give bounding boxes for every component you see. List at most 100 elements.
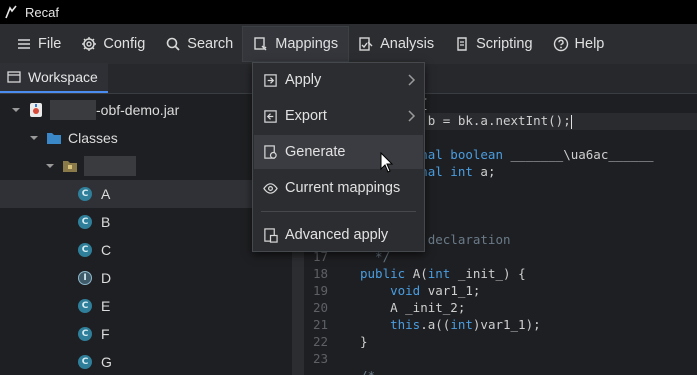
menu-bar: File Config Search Mappings Analysis Scr… <box>0 24 697 64</box>
menu-item-current-mappings[interactable]: Current mappings <box>254 171 423 205</box>
code-line[interactable]: 21 this.a((int)var1_1); <box>304 317 697 334</box>
class-name: G <box>101 354 112 370</box>
workspace-tab-strip: Workspace <box>0 63 292 94</box>
script-icon <box>457 37 467 51</box>
code-text: void var1_1; <box>390 283 481 298</box>
menu-mappings-label: Mappings <box>275 36 339 52</box>
chevron-down-icon[interactable] <box>28 132 40 144</box>
class-name: C <box>101 242 112 258</box>
chevron-right-icon <box>408 74 416 86</box>
export-icon <box>264 109 277 123</box>
line-number: 18 <box>312 266 328 281</box>
code-text: A _init_2; <box>360 300 466 315</box>
line-number: 22 <box>312 334 328 349</box>
menu-scripting-label: Scripting <box>476 36 533 52</box>
tree-class-a[interactable]: C A <box>0 180 292 208</box>
class-name: B <box>101 214 111 230</box>
class-name: F <box>101 326 110 342</box>
menu-analysis[interactable]: Analysis <box>348 27 444 61</box>
menu-mappings[interactable]: Mappings <box>242 26 350 62</box>
code-line[interactable]: 23 <box>304 351 697 368</box>
workspace-panel: Workspace -obf-demo.jar Classes C A C B … <box>0 63 292 375</box>
code-text: public A(int _init_) { <box>360 266 526 281</box>
class-name: A <box>101 186 111 202</box>
class-icon: C <box>78 187 92 201</box>
menu-item-current-label: Current mappings <box>285 180 401 196</box>
line-number: 23 <box>312 351 328 366</box>
chevron-down-icon[interactable] <box>44 160 56 172</box>
eye-icon <box>263 182 278 194</box>
menu-item-export-label: Export <box>285 108 327 124</box>
code-line[interactable]: 19 void var1_1; <box>304 283 697 300</box>
menu-analysis-label: Analysis <box>380 36 435 52</box>
menu-help-label: Help <box>574 36 605 52</box>
tree-class-e[interactable]: C E <box>0 292 292 320</box>
tree-class-g[interactable]: C G <box>0 348 292 375</box>
analysis-icon <box>359 37 373 51</box>
class-icon: C <box>78 327 92 341</box>
menu-scripting[interactable]: Scripting <box>444 27 542 61</box>
menu-config[interactable]: Config <box>71 27 155 61</box>
menu-item-generate[interactable]: Generate <box>254 135 423 169</box>
class-icon: C <box>78 299 92 313</box>
code-line[interactable]: 18 public A(int _init_) { <box>304 266 697 283</box>
code-line[interactable]: 22} <box>304 334 697 351</box>
search-icon <box>166 37 180 51</box>
redacted-jar-name <box>50 100 96 120</box>
tree-jar[interactable]: -obf-demo.jar <box>0 96 292 124</box>
redacted-package-name <box>84 156 136 176</box>
menu-item-apply-label: Apply <box>285 72 322 88</box>
class-name: D <box>101 270 112 286</box>
menu-config-label: Config <box>103 36 146 52</box>
line-number: 21 <box>312 317 328 332</box>
menu-item-advanced-label: Advanced apply <box>285 227 389 243</box>
class-icon: C <box>78 243 92 257</box>
help-icon <box>553 36 568 52</box>
interface-icon: I <box>78 271 92 285</box>
chevron-down-icon[interactable] <box>10 104 22 116</box>
menu-file-label: File <box>38 36 62 52</box>
generate-icon <box>264 144 277 159</box>
tree-class-c[interactable]: C C <box>0 236 292 264</box>
menu-item-export[interactable]: Export <box>254 99 423 133</box>
menu-search[interactable]: Search <box>155 27 243 61</box>
jar-icon <box>30 103 42 117</box>
recaf-logo-icon <box>5 5 17 19</box>
package-icon <box>63 161 77 172</box>
window-title: Recaf <box>25 4 59 20</box>
folder-icon <box>47 133 61 144</box>
text-caret <box>570 114 572 129</box>
code-text: /* <box>360 368 375 375</box>
menu-separator <box>261 211 416 212</box>
line-number: 20 <box>312 300 328 315</box>
gear-icon <box>82 37 97 51</box>
chevron-right-icon <box>408 110 416 122</box>
mappings-icon <box>254 37 267 51</box>
apply-icon <box>264 73 277 87</box>
tab-workspace-label: Workspace <box>28 69 98 85</box>
tree-package[interactable] <box>0 152 292 180</box>
jar-name-suffix: -obf-demo.jar <box>96 102 180 118</box>
tree-class-f[interactable]: C F <box>0 320 292 348</box>
tab-workspace[interactable]: Workspace <box>0 63 108 93</box>
menu-help[interactable]: Help <box>543 27 615 61</box>
class-icon: C <box>78 215 92 229</box>
code-text: } <box>360 334 368 349</box>
mappings-dropdown: Apply Export Generate Current mappings A… <box>252 62 425 252</box>
class-name: E <box>101 298 111 314</box>
menu-item-advanced-apply[interactable]: Advanced apply <box>254 218 423 252</box>
code-text: this.a((int)var1_1); <box>390 317 541 332</box>
class-icon: C <box>78 355 92 369</box>
line-number: 19 <box>312 283 328 298</box>
classes-folder-label: Classes <box>68 130 118 146</box>
workspace-icon <box>7 71 21 83</box>
tree-class-b[interactable]: C B <box>0 208 292 236</box>
menu-file[interactable]: File <box>6 27 71 61</box>
tree-class-d[interactable]: I D <box>0 264 292 292</box>
mouse-cursor-icon <box>380 152 394 173</box>
code-line[interactable]: /* <box>304 368 697 375</box>
code-line[interactable]: 20 A _init_2; <box>304 300 697 317</box>
menu-item-apply[interactable]: Apply <box>254 63 423 97</box>
tree-classes-folder[interactable]: Classes <box>0 124 292 152</box>
title-bar: Recaf <box>0 0 697 24</box>
